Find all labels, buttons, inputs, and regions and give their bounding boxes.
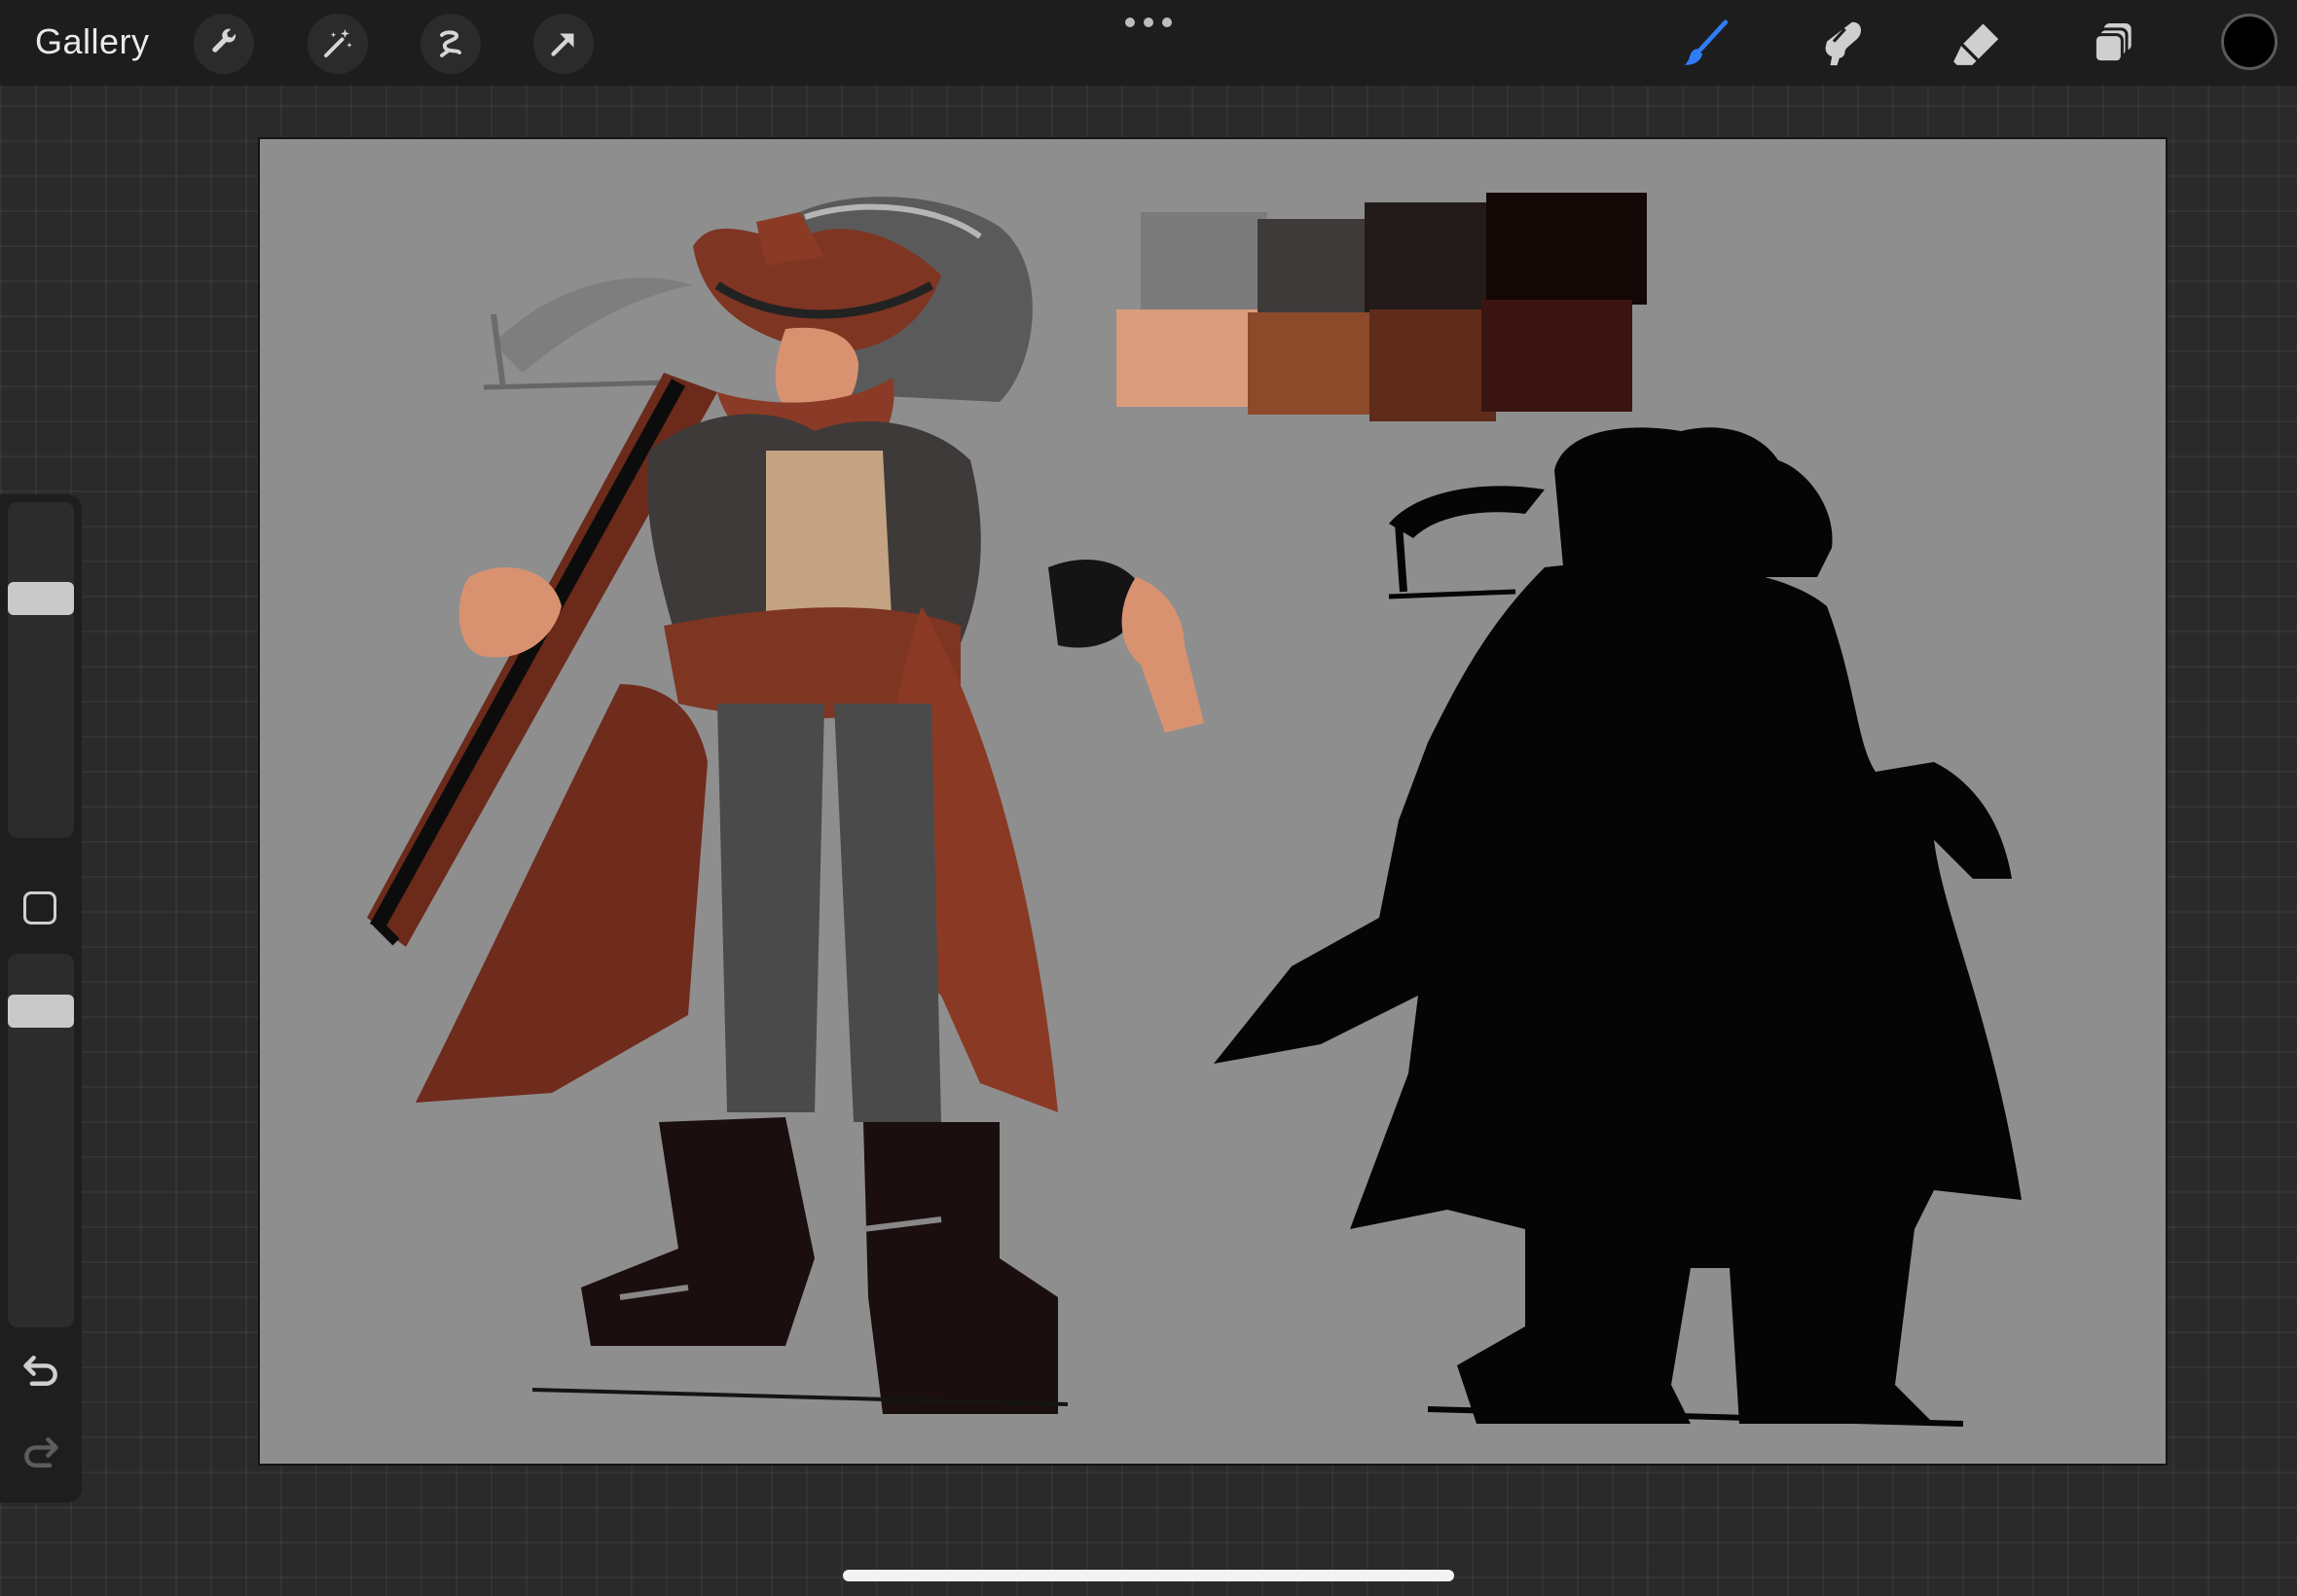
transform-arrow-icon: [551, 33, 574, 56]
palette-swatch: [1141, 212, 1267, 314]
palette-swatch: [1369, 309, 1496, 421]
palette-swatch: [1258, 219, 1379, 314]
redo-icon[interactable]: [19, 1431, 62, 1473]
color-picker-button[interactable]: [2221, 14, 2278, 70]
selection-icon: [440, 30, 461, 57]
opacity-thumb[interactable]: [8, 995, 74, 1028]
artwork: [367, 193, 2022, 1427]
layers-icon: [2093, 23, 2132, 64]
brush-size-slider[interactable]: [8, 502, 74, 838]
actions-button[interactable]: [194, 14, 254, 74]
modify-square-icon[interactable]: [23, 891, 56, 925]
magic-wand-icon: [324, 29, 352, 57]
eraser-icon: [1953, 23, 1999, 65]
character-sketch: [367, 197, 1204, 1414]
selection-button[interactable]: [420, 14, 481, 74]
adjustments-button[interactable]: [308, 14, 368, 74]
brush-button[interactable]: [1676, 14, 1736, 74]
layers-button[interactable]: [2083, 14, 2143, 74]
more-options-icon[interactable]: [1125, 14, 1172, 31]
eraser-button[interactable]: [1947, 14, 2007, 74]
smudge-button[interactable]: [1810, 14, 1871, 74]
transform-button[interactable]: [533, 14, 594, 74]
palette-swatch: [1248, 312, 1379, 415]
wrench-icon: [212, 28, 237, 53]
palette-swatch: [1365, 202, 1496, 314]
undo-icon[interactable]: [19, 1349, 62, 1392]
character-silhouette: [1214, 427, 2022, 1427]
brush-size-thumb[interactable]: [8, 582, 74, 615]
palette-swatch: [1486, 193, 1647, 305]
smudge-icon: [1825, 21, 1861, 66]
top-toolbar: Gallery: [0, 0, 2297, 86]
palette-swatch: [1116, 309, 1258, 407]
gallery-button[interactable]: Gallery: [35, 18, 150, 66]
drawing-canvas[interactable]: [260, 139, 2166, 1464]
home-indicator[interactable]: [843, 1570, 1454, 1581]
palette-swatch: [1481, 300, 1632, 412]
left-sidebar: [0, 494, 82, 1503]
brush-icon: [1684, 19, 1729, 65]
palette-swatches: [1116, 193, 1647, 421]
